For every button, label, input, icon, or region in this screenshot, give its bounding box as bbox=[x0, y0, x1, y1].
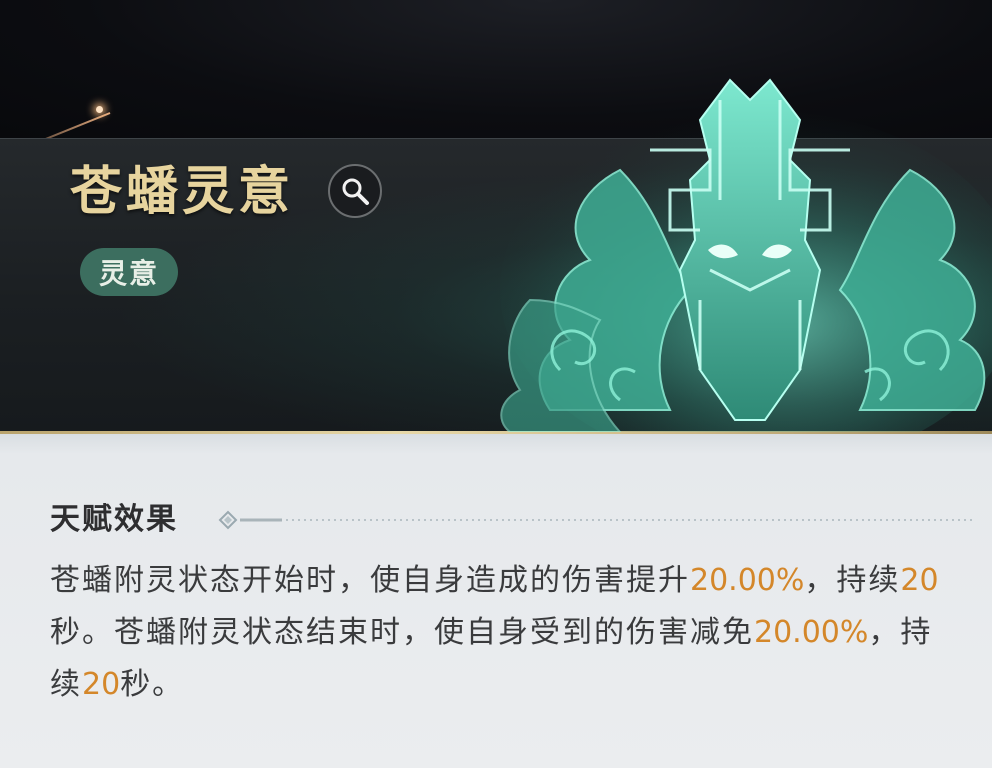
description-text: 秒。苍蟠附灵状态结束时，使自身受到的伤害减免 bbox=[50, 615, 754, 650]
spark-particle bbox=[96, 106, 103, 113]
section-divider-ornament bbox=[218, 510, 975, 530]
magnifier-icon bbox=[342, 178, 369, 205]
effect-section-title: 天赋效果 bbox=[50, 502, 178, 537]
highlight-value: 20.00% bbox=[690, 563, 805, 598]
description-text: 秒。 bbox=[120, 667, 185, 702]
spirit-totem-emblem bbox=[500, 78, 992, 432]
talent-title: 苍蟠灵意 bbox=[70, 161, 295, 222]
highlight-value: 20 bbox=[900, 563, 939, 598]
talent-type-tag: 灵意 bbox=[80, 248, 178, 296]
highlight-value: 20.00% bbox=[754, 615, 869, 650]
effect-description: 苍蟠附灵状态开始时，使自身造成的伤害提升20.00%，持续20秒。苍蟠附灵状态结… bbox=[50, 555, 940, 711]
inspect-button[interactable] bbox=[328, 164, 382, 218]
highlight-value: 20 bbox=[82, 667, 121, 702]
description-text: ，持续 bbox=[804, 563, 901, 598]
description-text: 苍蟠附灵状态开始时，使自身造成的伤害提升 bbox=[50, 563, 690, 598]
